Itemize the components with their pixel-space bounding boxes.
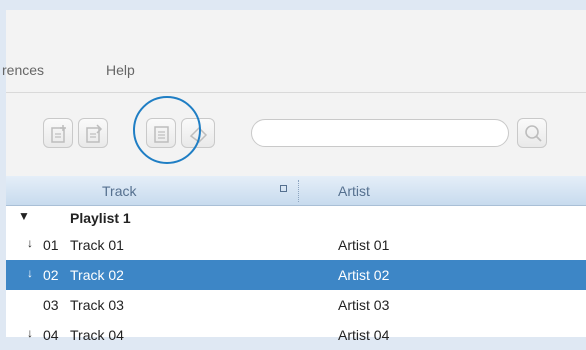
table-row[interactable]: 03 Track 03 Artist 03 xyxy=(6,290,586,320)
download-arrow-icon: ↓ xyxy=(27,236,33,250)
column-header-artist[interactable]: Artist xyxy=(338,183,370,199)
track-list: Track Artist ▼ Playlist 1 ↓ 01 Track 01 … xyxy=(6,176,586,343)
track-title: Track 03 xyxy=(70,297,124,313)
import-file-icon xyxy=(86,124,103,143)
track-number: 01 xyxy=(43,237,59,253)
search-input[interactable] xyxy=(251,119,509,147)
outer-frame xyxy=(0,0,586,10)
document-icon xyxy=(154,126,169,143)
clear-button[interactable] xyxy=(181,118,215,148)
track-number: 02 xyxy=(43,267,59,283)
table-row-selected[interactable]: ↓ 02 Track 02 Artist 02 xyxy=(6,260,586,290)
playlist-group-row[interactable]: ▼ Playlist 1 xyxy=(6,206,586,230)
eraser-icon xyxy=(189,126,208,143)
menu-help[interactable]: Help xyxy=(106,62,135,78)
search-button[interactable] xyxy=(517,118,547,148)
track-properties-button[interactable] xyxy=(146,118,176,148)
search-icon xyxy=(525,125,542,142)
track-title: Track 02 xyxy=(70,267,124,283)
column-divider[interactable] xyxy=(298,180,299,202)
add-file-icon xyxy=(51,125,66,143)
toolbar xyxy=(6,93,586,178)
sort-icon[interactable] xyxy=(280,185,287,192)
menu-preferences[interactable]: rences xyxy=(2,62,44,78)
download-arrow-icon: ↓ xyxy=(27,326,33,340)
track-number: 04 xyxy=(43,327,59,343)
track-number: 03 xyxy=(43,297,59,313)
collapse-triangle-icon[interactable]: ▼ xyxy=(18,209,30,223)
track-artist: Artist 02 xyxy=(338,267,390,283)
track-list-header: Track Artist xyxy=(6,176,586,206)
menu-bar: rences Help xyxy=(2,10,586,92)
table-row[interactable]: ↓ 01 Track 01 Artist 01 xyxy=(6,230,586,260)
column-header-track[interactable]: Track xyxy=(102,183,136,199)
playlist-label: Playlist 1 xyxy=(70,210,131,226)
track-artist: Artist 03 xyxy=(338,297,390,313)
import-file-button[interactable] xyxy=(78,118,108,148)
table-row[interactable]: ↓ 04 Track 04 Artist 04 xyxy=(6,320,586,350)
add-file-button[interactable] xyxy=(43,118,73,148)
track-artist: Artist 04 xyxy=(338,327,390,343)
track-title: Track 04 xyxy=(70,327,124,343)
app-window: rences Help Track Artist ▼ Playlist 1 ↓ … xyxy=(0,0,586,343)
download-arrow-icon: ↓ xyxy=(27,266,33,280)
track-title: Track 01 xyxy=(70,237,124,253)
track-artist: Artist 01 xyxy=(338,237,390,253)
